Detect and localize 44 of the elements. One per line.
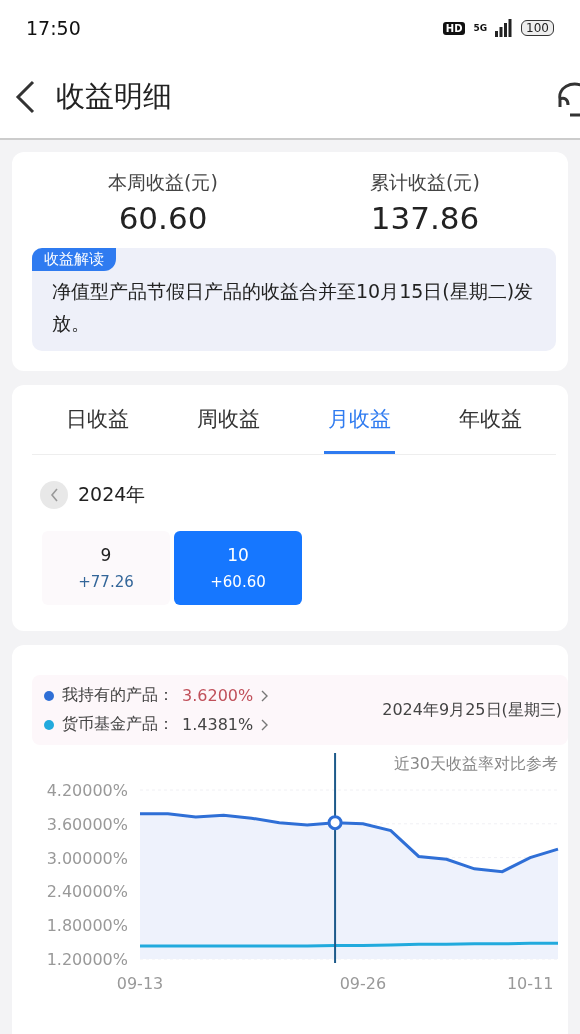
selected-point — [327, 815, 343, 831]
stat-value: 137.86 — [370, 200, 480, 236]
legend-value: 3.6200% — [182, 686, 254, 705]
x-axis-label: 09-26 — [339, 974, 387, 993]
back-icon[interactable] — [14, 80, 36, 114]
page-title: 收益明细 — [56, 78, 172, 115]
previous-year-button[interactable] — [40, 481, 68, 509]
legend-label: 货币基金产品： — [62, 714, 174, 735]
period-tab[interactable]: 周收益 — [193, 385, 264, 454]
battery-icon: 100 — [521, 20, 554, 36]
month-card[interactable]: 10 +60.60 — [174, 531, 302, 605]
selected-date: 2024年9月25日(星期三) — [382, 699, 562, 721]
y-axis-label: 4.20000% — [46, 781, 128, 800]
period-tab[interactable]: 月收益 — [324, 385, 395, 454]
y-axis-label: 1.20000% — [46, 950, 128, 969]
chevron-icon[interactable] — [261, 718, 269, 731]
note-tag: 收益解读 — [32, 248, 116, 271]
signal-icon — [495, 19, 514, 37]
year-label: 2024年 — [78, 482, 146, 507]
month-card[interactable]: 9 +77.26 — [42, 531, 170, 605]
stat-label: 累计收益(元) — [370, 170, 480, 195]
period-tab[interactable]: 年收益 — [455, 385, 526, 454]
note-text: 净值型产品节假日产品的收益合并至10月15日(星期二)发放。 — [51, 279, 535, 336]
y-axis-label: 1.80000% — [46, 916, 128, 936]
y-axis-label: 3.60000% — [46, 814, 128, 834]
legend-value: 1.4381% — [182, 715, 254, 734]
x-axis-label: 10-11 — [506, 974, 554, 993]
period-tab[interactable]: 日收益 — [62, 385, 133, 454]
x-axis-label: 09-13 — [116, 974, 164, 993]
legend-label: 我持有的产品： — [62, 685, 174, 706]
hd-badge: HD — [442, 21, 466, 35]
chevron-icon — [49, 487, 59, 503]
month-number: 10 — [227, 545, 249, 565]
month-amount: +77.26 — [78, 573, 134, 591]
month-number: 9 — [100, 545, 112, 565]
network-label: 5G — [473, 23, 488, 33]
chevron-icon[interactable] — [261, 689, 269, 702]
chart-caption: 近30天收益率对比参考 — [393, 754, 558, 773]
y-axis-label: 3.00000% — [46, 848, 128, 868]
month-amount: +60.60 — [210, 573, 266, 591]
y-axis-label: 2.40000% — [46, 882, 128, 902]
status-time: 17:50 — [26, 17, 81, 39]
stat-label: 本周收益(元) — [108, 170, 218, 195]
stat-value: 60.60 — [118, 200, 208, 236]
